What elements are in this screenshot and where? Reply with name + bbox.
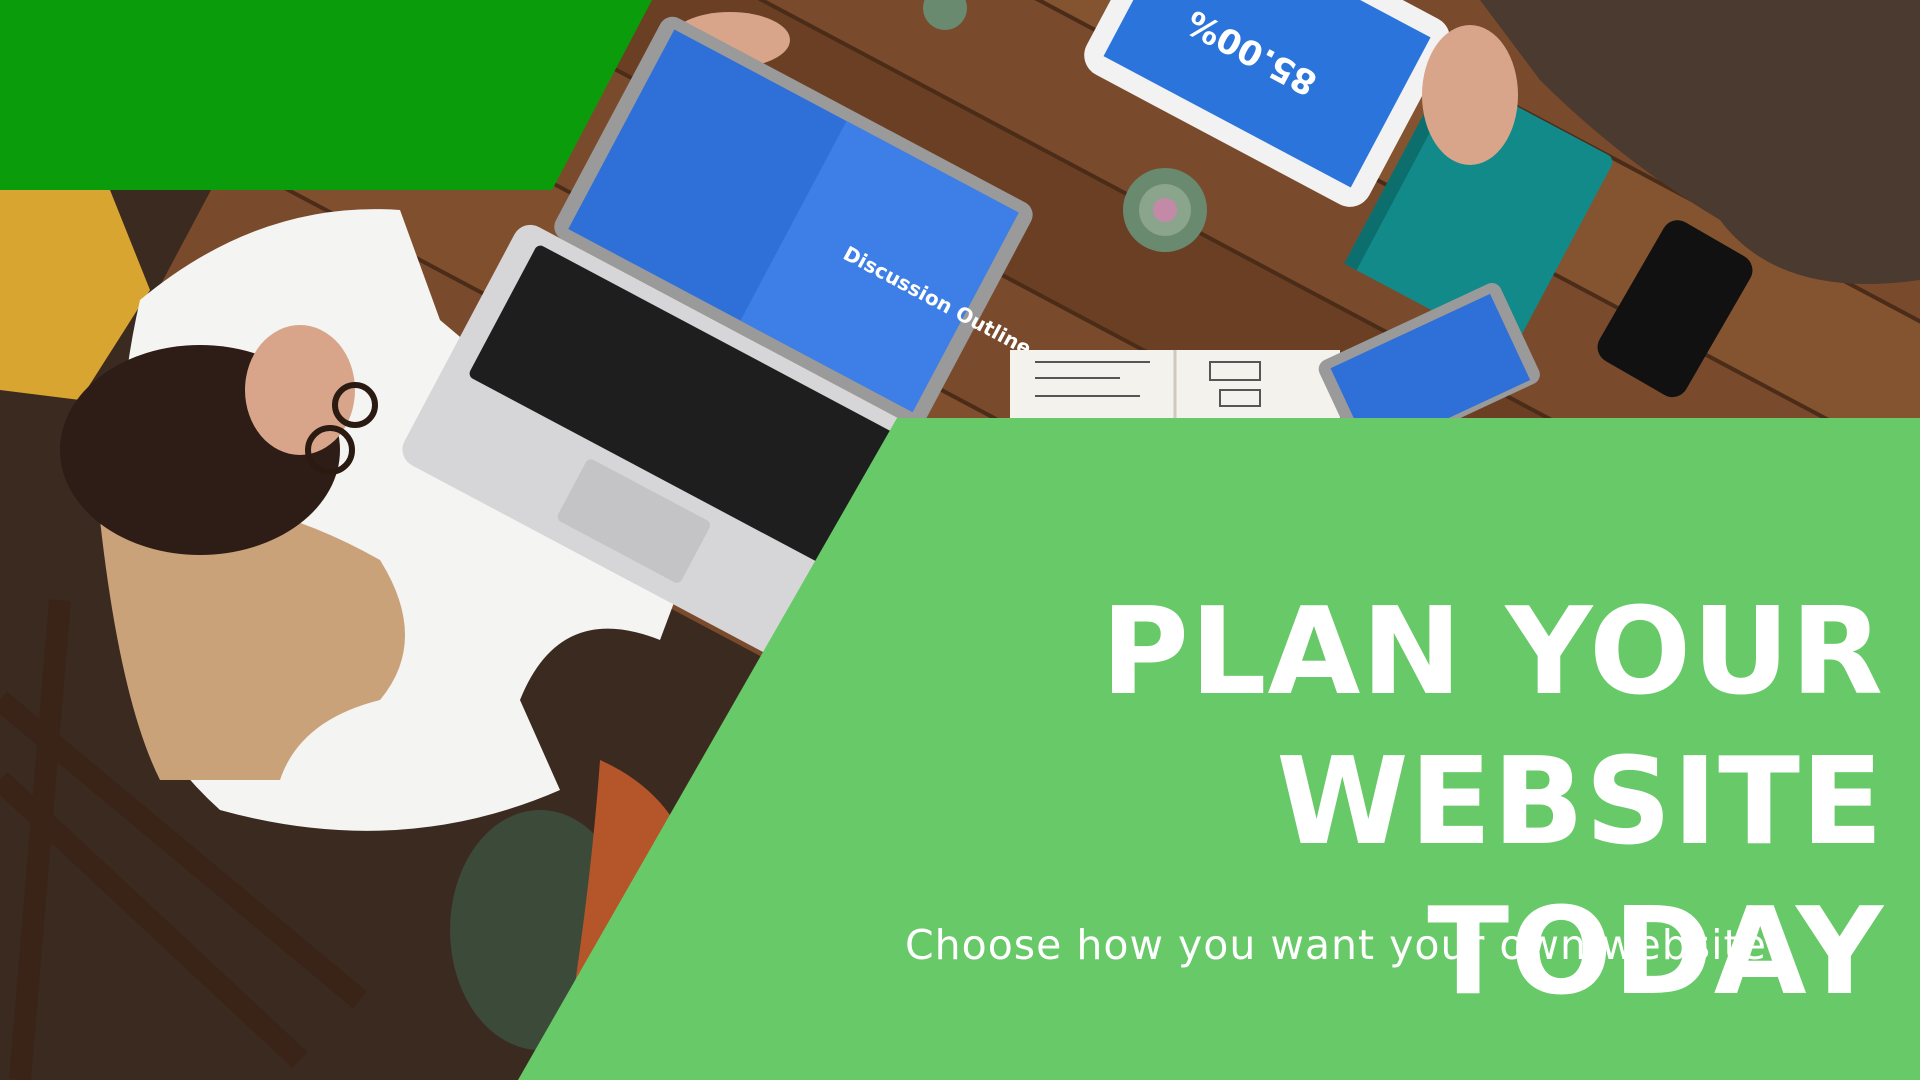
succulent-plant	[1123, 168, 1207, 252]
hero-title-line1: PLAN YOUR	[1101, 583, 1884, 722]
hero-subtitle: Choose how you want your own website	[905, 921, 1767, 969]
paper-notebook	[1010, 350, 1340, 420]
hero-title-line2: WEBSITE TODAY	[1276, 733, 1884, 1022]
